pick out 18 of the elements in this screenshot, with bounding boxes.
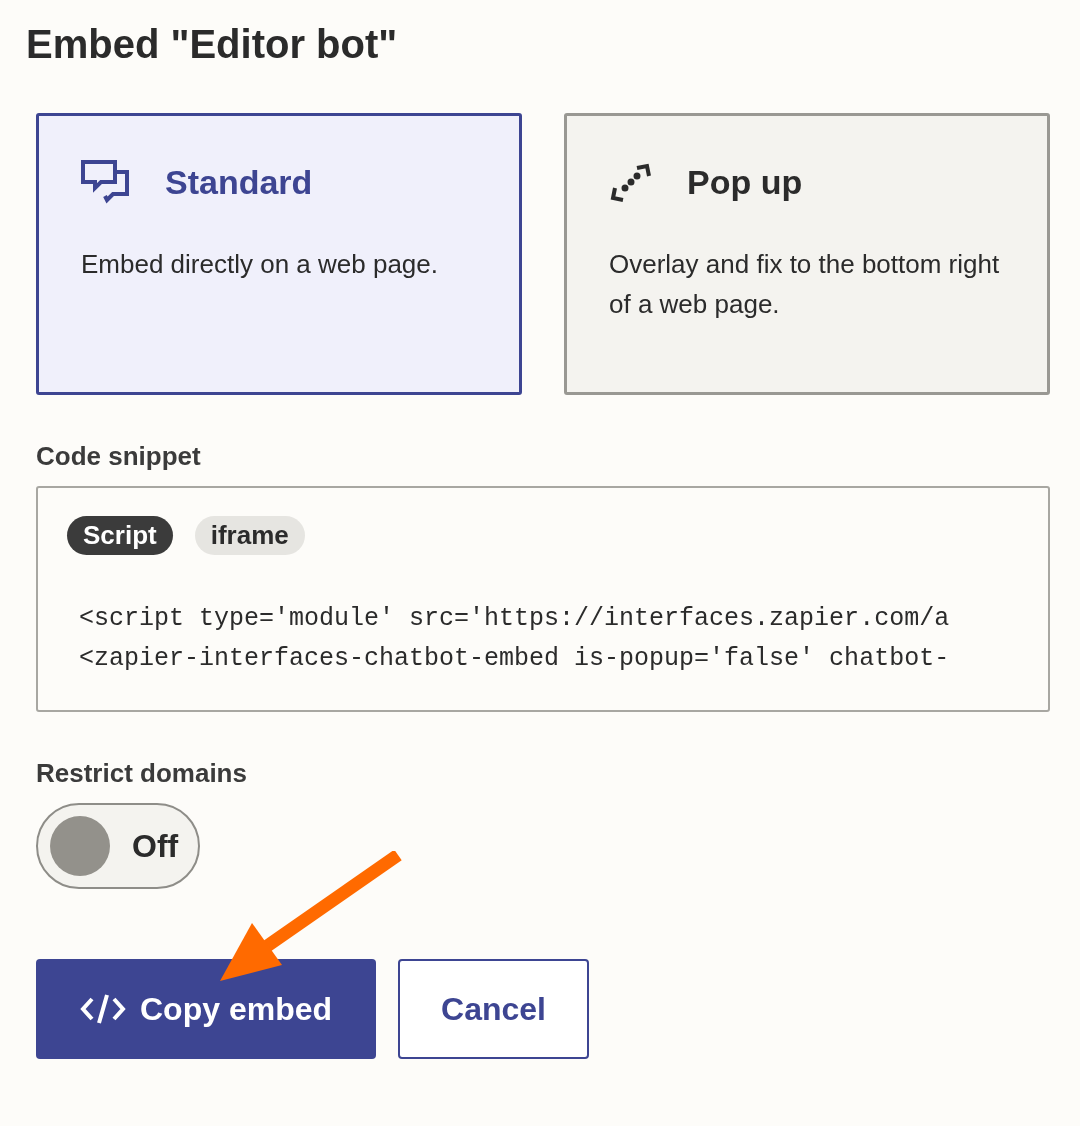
embed-option-card[interactable]: Pop up Overlay and fix to the bottom right of a web page. [564, 113, 1050, 395]
option-title: Pop up [687, 162, 803, 202]
option-description: Embed directly on a web page. [81, 248, 439, 281]
cancel-button[interactable]: Cancel [398, 959, 589, 1059]
embed-option-card[interactable]: Standard Embed directly on a web page. [36, 113, 522, 395]
snippet-tab[interactable]: Script [67, 516, 173, 555]
dialog-title: Embed "Editor bot" [26, 22, 399, 67]
code-icon [80, 993, 126, 1025]
option-description: Overlay and fix to the bottom right of a web page. [609, 248, 1001, 321]
section-label: Restrict domains [36, 758, 248, 789]
code-line: <zapier-interfaces-chatbot-embed is-popup='false' chatbot- [79, 643, 951, 675]
chat-bubbles-icon [81, 160, 131, 204]
option-title: Standard [165, 162, 313, 202]
copy-embed-button[interactable]: Copy embed [36, 959, 376, 1059]
restrict-domains-toggle[interactable]: Off [36, 803, 200, 889]
code-line: <script type='module' src='https://interfaces.zapier.com/a [79, 603, 951, 635]
section-label: Code snippet [36, 441, 202, 472]
snippet-tab[interactable]: iframe [194, 516, 305, 555]
